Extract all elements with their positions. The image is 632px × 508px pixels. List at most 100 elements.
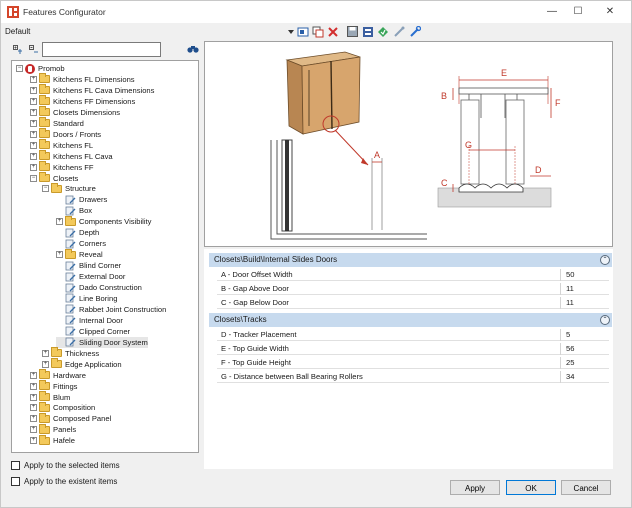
collapse-chevron-icon[interactable]: ⌃ xyxy=(600,315,610,325)
close-button[interactable]: ✕ xyxy=(597,4,623,20)
expand-toggle-icon[interactable]: + xyxy=(30,86,37,94)
expand-toggle-icon[interactable]: + xyxy=(30,163,37,171)
tree-item[interactable]: Sliding Door System xyxy=(56,336,148,348)
expand-toggle-icon[interactable]: + xyxy=(30,130,37,138)
property-value[interactable]: 34 xyxy=(566,371,574,383)
property-value[interactable]: 50 xyxy=(566,269,574,281)
expand-toggle-icon[interactable]: + xyxy=(30,382,37,390)
tree-search-input[interactable] xyxy=(42,42,161,57)
tree-item[interactable]: Blind Corner xyxy=(56,260,121,271)
tree-item[interactable]: − Structure xyxy=(42,182,96,194)
profile-label: Default xyxy=(5,27,31,36)
section-header-internal-slides-doors[interactable]: Closets\Build\Internal Slides Doors ⌃ xyxy=(209,253,612,267)
cancel-button[interactable]: Cancel xyxy=(561,480,611,495)
collapse-toggle-icon[interactable]: − xyxy=(42,185,49,193)
wrench-icon[interactable] xyxy=(408,25,421,38)
promob-logo-icon xyxy=(25,63,35,74)
property-value[interactable]: 11 xyxy=(566,297,574,309)
refresh-icon[interactable] xyxy=(376,25,389,38)
tree-item[interactable]: + Fittings xyxy=(30,380,77,392)
minimize-button[interactable]: — xyxy=(539,4,565,20)
save-icon[interactable] xyxy=(346,25,359,38)
tree-item[interactable]: + Kitchens FL Dimensions xyxy=(30,73,135,85)
property-value[interactable]: 11 xyxy=(566,283,574,295)
property-row-gap-below-door[interactable]: C - Gap Below Door 11 xyxy=(217,297,609,309)
tree-item[interactable]: Internal Door xyxy=(56,315,123,326)
tree-item[interactable]: + Kitchens FL xyxy=(30,139,93,151)
tree-item[interactable]: − Closets xyxy=(30,172,78,184)
tree-item[interactable]: + Kitchens FL Cava Dimensions xyxy=(30,84,154,96)
tree-item[interactable]: + Components Visibility xyxy=(56,215,151,227)
expand-toggle-icon[interactable]: + xyxy=(30,426,37,434)
expand-toggle-icon[interactable]: + xyxy=(56,251,63,259)
expand-toggle-icon[interactable]: + xyxy=(30,404,37,412)
section-header-tracks[interactable]: Closets\Tracks ⌃ xyxy=(209,313,612,327)
ok-button[interactable]: OK xyxy=(506,480,556,495)
tree-item[interactable]: Dado Construction xyxy=(56,282,142,293)
tree-item[interactable]: Drawers xyxy=(56,194,107,205)
tree-item[interactable]: + Kitchens FL Cava xyxy=(30,150,113,162)
expand-toggle-icon[interactable]: + xyxy=(30,75,37,83)
property-row-tracker-placement[interactable]: D - Tracker Placement 5 xyxy=(217,329,609,341)
link-icon[interactable] xyxy=(392,25,405,38)
property-row-top-guide-height[interactable]: F - Top Guide Height 25 xyxy=(217,357,609,369)
property-row-door-offset-width[interactable]: A - Door Offset Width 50 xyxy=(217,269,609,281)
tree-item[interactable]: Line Boring xyxy=(56,293,117,304)
copy-icon[interactable] xyxy=(311,25,324,38)
expand-toggle-icon[interactable]: + xyxy=(30,97,37,105)
tree-item[interactable]: + Thickness xyxy=(42,347,99,359)
tree-item[interactable]: − Promob xyxy=(16,63,65,74)
tree-item[interactable]: + Standard xyxy=(30,117,84,129)
checkbox-box[interactable] xyxy=(11,461,20,470)
property-value[interactable]: 56 xyxy=(566,343,574,355)
collapse-chevron-icon[interactable]: ⌃ xyxy=(600,255,610,265)
expand-toggle-icon[interactable]: + xyxy=(30,371,37,379)
tree-item[interactable]: Rabbet Joint Construction xyxy=(56,304,166,315)
expand-all-icon[interactable] xyxy=(13,45,23,55)
tree-item[interactable]: + Closets Dimensions xyxy=(30,106,120,118)
tree-item[interactable]: + Kitchens FF Dimensions xyxy=(30,95,135,107)
tree-item[interactable]: Depth xyxy=(56,227,99,238)
new-item-icon[interactable] xyxy=(296,25,309,38)
tree-item[interactable]: Box xyxy=(56,205,92,216)
tree-item[interactable]: + Panels xyxy=(30,423,76,435)
tree-item[interactable]: + Composition xyxy=(30,401,95,413)
expand-toggle-icon[interactable]: + xyxy=(30,393,37,401)
apply-selected-checkbox[interactable]: Apply to the selected items xyxy=(11,461,120,470)
expand-toggle-icon[interactable]: + xyxy=(42,349,49,357)
expand-toggle-icon[interactable]: + xyxy=(30,141,37,149)
tree-item[interactable]: + Blum xyxy=(30,391,70,403)
property-value[interactable]: 5 xyxy=(566,329,570,341)
expand-toggle-icon[interactable]: + xyxy=(30,415,37,423)
collapse-all-icon[interactable] xyxy=(29,45,39,55)
tree-item[interactable]: + Doors / Fronts xyxy=(30,128,101,140)
tree-item[interactable]: + Hafele xyxy=(30,434,75,446)
property-value[interactable]: 25 xyxy=(566,357,574,369)
delete-icon[interactable] xyxy=(326,25,339,38)
tree-item[interactable]: + Kitchens FF xyxy=(30,161,94,173)
maximize-button[interactable]: ☐ xyxy=(565,4,591,20)
expand-toggle-icon[interactable]: + xyxy=(30,152,37,160)
apply-existent-checkbox[interactable]: Apply to the existent items xyxy=(11,477,117,486)
property-row-ball-bearing-distance[interactable]: G - Distance between Ball Bearing Roller… xyxy=(217,371,609,383)
property-row-top-guide-width[interactable]: E - Top Guide Width 56 xyxy=(217,343,609,355)
database-icon[interactable] xyxy=(361,25,374,38)
tree-item[interactable]: External Door xyxy=(56,271,125,282)
tree-item[interactable]: + Edge Application xyxy=(42,358,122,370)
expand-toggle-icon[interactable]: + xyxy=(30,108,37,116)
find-icon[interactable] xyxy=(187,44,199,55)
tree-item[interactable]: Corners xyxy=(56,238,106,249)
tree-item[interactable]: + Hardware xyxy=(30,369,86,381)
checkbox-box[interactable] xyxy=(11,477,20,486)
expand-toggle-icon[interactable]: + xyxy=(30,437,37,445)
apply-button[interactable]: Apply xyxy=(450,480,500,495)
collapse-toggle-icon[interactable]: − xyxy=(16,65,23,72)
property-row-gap-above-door[interactable]: B - Gap Above Door 11 xyxy=(217,283,609,295)
expand-toggle-icon[interactable]: + xyxy=(56,218,63,226)
tree-item[interactable]: + Composed Panel xyxy=(30,412,111,424)
collapse-toggle-icon[interactable]: − xyxy=(30,174,37,182)
expand-toggle-icon[interactable]: + xyxy=(30,119,37,127)
tree-item[interactable]: + Reveal xyxy=(56,248,103,260)
expand-toggle-icon[interactable]: + xyxy=(42,360,49,368)
tree-item[interactable]: Clipped Corner xyxy=(56,326,130,337)
